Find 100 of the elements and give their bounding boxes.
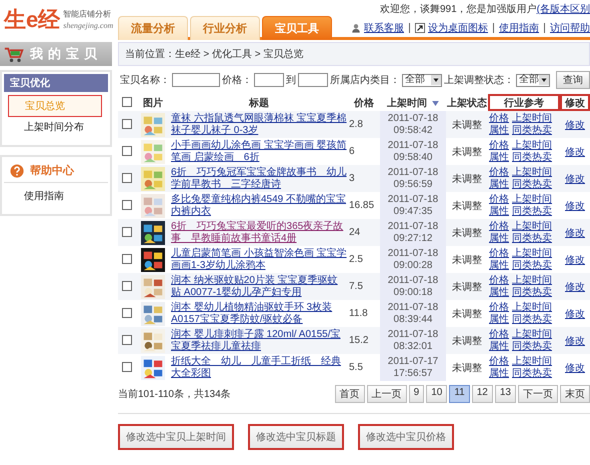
edit-link[interactable]: 修改 [565, 146, 585, 158]
price-cell: 6 [348, 138, 380, 165]
reference-link[interactable]: 上架时间 [512, 248, 552, 260]
reference-link[interactable]: 同类热卖 [512, 314, 552, 326]
edit-link[interactable]: 修改 [565, 200, 585, 212]
reference-link[interactable]: 属性 [489, 368, 509, 380]
reference-link[interactable]: 同类热卖 [512, 124, 552, 136]
reference-link[interactable]: 价格 [489, 112, 509, 124]
reference-link[interactable]: 同类热卖 [512, 206, 552, 218]
sidebar-item[interactable]: 上架时间分布 [8, 117, 100, 137]
product-title-link[interactable]: 儿童启蒙简笔画 小孩益智涂色画 宝宝学画画1-3岁幼儿涂鸦本 [171, 248, 347, 272]
header-link[interactable]: 使用指南 [499, 21, 539, 35]
row-checkbox[interactable] [122, 362, 132, 372]
reference-link[interactable]: 上架时间 [512, 274, 552, 286]
row-checkbox[interactable] [122, 281, 132, 292]
reference-link[interactable]: 属性 [489, 178, 509, 190]
reference-link[interactable]: 属性 [489, 340, 509, 352]
price-cell: 7.5 [348, 273, 380, 300]
row-checkbox[interactable] [122, 308, 132, 318]
reference-link[interactable]: 上架时间 [512, 328, 552, 340]
price-min-field[interactable] [254, 73, 284, 87]
reference-link[interactable]: 价格 [489, 140, 509, 152]
reference-link[interactable]: 上架时间 [512, 220, 552, 232]
reference-link[interactable]: 上架时间 [512, 140, 552, 152]
reference-link[interactable]: 属性 [489, 286, 509, 298]
edit-link[interactable]: 修改 [565, 254, 585, 266]
product-title-link[interactable]: 润本 婴幼儿植物精油驱蚊手环 3枚装 A0157宝宝夏季防蚊/驱蚊必备 [171, 302, 347, 326]
row-checkbox[interactable] [122, 119, 132, 130]
price-max-field[interactable] [298, 73, 328, 87]
page-link[interactable]: 9 [408, 385, 424, 403]
reference-link[interactable]: 属性 [489, 206, 509, 218]
field-label: 价格： [222, 74, 252, 87]
select-all-checkbox[interactable] [122, 97, 132, 108]
name-field[interactable] [172, 73, 220, 87]
reference-link[interactable]: 同类热卖 [512, 232, 552, 244]
page-link[interactable]: 11 [449, 385, 470, 403]
action-button[interactable]: 修改选中宝贝上架时间 [118, 424, 234, 450]
reference-link[interactable]: 上架时间 [512, 112, 552, 124]
reference-link[interactable]: 价格 [489, 302, 509, 314]
reference-link[interactable]: 价格 [489, 248, 509, 260]
reference-link[interactable]: 上架时间 [512, 194, 552, 206]
product-title-link[interactable]: 折纸大全 幼儿 儿童手工折纸 经典大全彩图 [171, 356, 347, 380]
reference-link[interactable]: 价格 [489, 194, 509, 206]
product-title-link[interactable]: 多比兔婴童纯棉内裤4549 不勒嘴的宝宝内裤内衣 [171, 194, 347, 218]
reference-link[interactable]: 同类热卖 [512, 286, 552, 298]
product-title-link[interactable]: 小手画画幼儿涂色画 宝宝学画画 婴孩简笔画 启蒙绘画 6折 [171, 140, 347, 164]
time-cell: 2011-07-18 09:56:59 [380, 165, 446, 192]
reference-link[interactable]: 同类热卖 [512, 368, 552, 380]
header-link[interactable]: 联系客服 [364, 21, 404, 35]
reference-link[interactable]: 价格 [489, 274, 509, 286]
reference-link[interactable]: 上架时间 [512, 356, 552, 368]
versions-link[interactable]: (各版本区别 [536, 4, 590, 15]
time-cell: 2011-07-17 17:56:57 [380, 354, 446, 381]
search-button[interactable]: 查询 [556, 71, 590, 89]
category-dropdown[interactable]: 全部 [402, 74, 442, 86]
cart-icon [4, 46, 24, 62]
reference-link[interactable]: 价格 [489, 356, 509, 368]
page-link[interactable]: 12 [472, 385, 493, 403]
reference-link[interactable]: 同类热卖 [512, 260, 552, 272]
page-link[interactable]: 10 [426, 385, 448, 403]
row-checkbox[interactable] [122, 146, 132, 156]
edit-link[interactable]: 修改 [565, 362, 585, 374]
reference-link[interactable]: 属性 [489, 314, 509, 326]
price-cell: 15.2 [348, 327, 380, 354]
reference-link[interactable]: 同类热卖 [512, 340, 552, 352]
row-checkbox[interactable] [122, 254, 132, 264]
page-link[interactable]: 上一页 [366, 385, 407, 403]
reference-link[interactable]: 价格 [489, 166, 509, 178]
reference-link[interactable]: 属性 [489, 260, 509, 272]
reference-link[interactable]: 上架时间 [512, 302, 552, 314]
product-title-link[interactable]: 润本 纳米驱蚊贴20片装 宝宝夏季驱蚊贴 A0077-1婴幼儿孕产妇专用 [171, 274, 347, 298]
sidebar-item[interactable]: 使用指南 [8, 186, 80, 206]
header-link[interactable]: 设为桌面图标 [428, 21, 488, 35]
product-title-link[interactable]: 6折 巧巧兔宝宝最爱听的365夜亲子故事 早教睡前故事书童话4册 [171, 220, 347, 244]
product-title-link[interactable]: 润本 婴儿痱刺痱子露 120ml/ A0155/宝宝夏季祛痱儿童祛痱 [171, 328, 347, 352]
reference-link[interactable]: 价格 [489, 220, 509, 232]
action-button[interactable]: 修改选中宝贝标题 [248, 424, 344, 450]
row-checkbox[interactable] [122, 227, 132, 238]
product-title-link[interactable]: 6折 巧巧兔冠军宝宝金牌故事书 幼儿学前早教书 三字经唐诗 [171, 166, 347, 190]
product-title-link[interactable]: 童袜 六指鼠透气网眼薄棉袜 宝宝夏季棉袜子婴儿袜子 0-3岁 [171, 112, 347, 136]
page-link[interactable]: 首页 [334, 385, 365, 403]
header-link[interactable]: 访问帮助 [550, 21, 590, 35]
page-link[interactable]: 13 [494, 385, 516, 403]
page-link[interactable]: 下一页 [518, 385, 558, 403]
row-checkbox[interactable] [122, 335, 132, 346]
status-cell: 未调整 [446, 138, 488, 165]
column-header: 行业参考 [488, 94, 560, 111]
row-checkbox[interactable] [122, 173, 132, 184]
edit-link[interactable]: 修改 [565, 308, 585, 320]
status-dropdown[interactable]: 全部 [516, 74, 550, 86]
action-button[interactable]: 修改选中宝贝价格 [358, 424, 454, 450]
reference-link[interactable]: 属性 [489, 232, 509, 244]
reference-link[interactable]: 价格 [489, 328, 509, 340]
reference-link[interactable]: 属性 [489, 152, 509, 164]
row-checkbox[interactable] [122, 200, 132, 210]
reference-link[interactable]: 同类热卖 [512, 152, 552, 164]
reference-link[interactable]: 属性 [489, 124, 509, 136]
reference-link[interactable]: 上架时间 [512, 166, 552, 178]
page-link[interactable]: 末页 [560, 385, 590, 403]
reference-link[interactable]: 同类热卖 [512, 178, 552, 190]
